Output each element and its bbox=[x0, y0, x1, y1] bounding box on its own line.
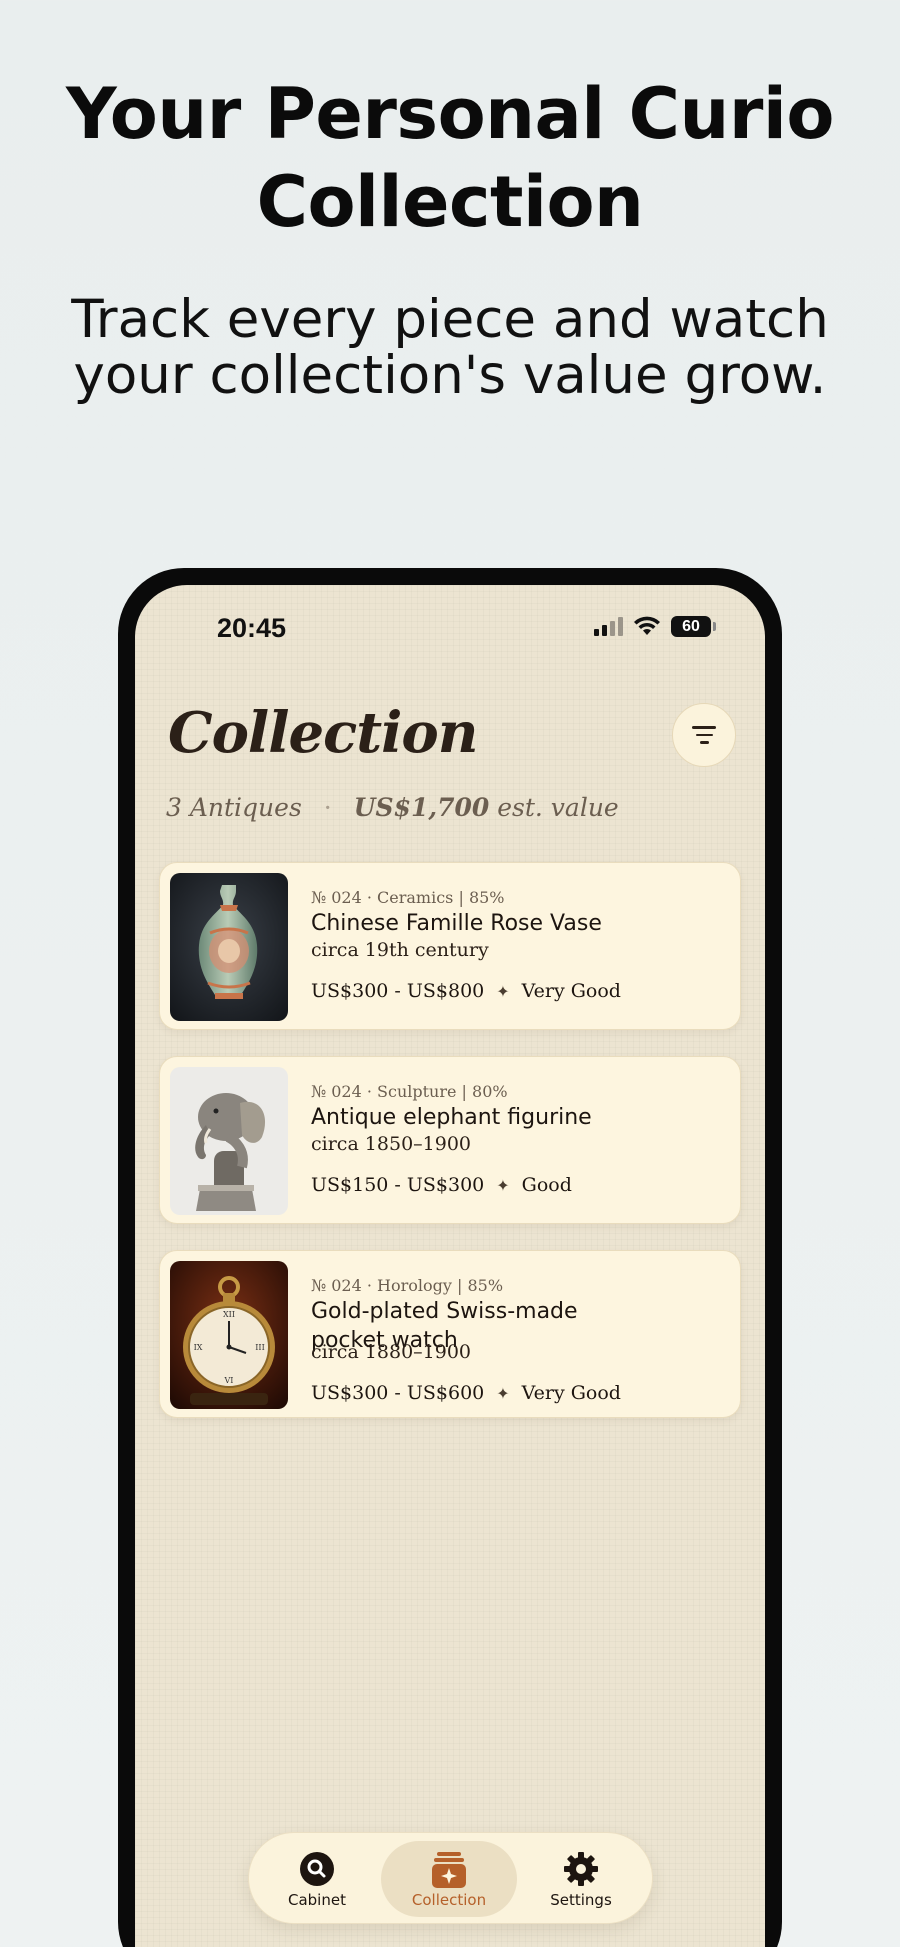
svg-text:IX: IX bbox=[194, 1343, 203, 1352]
svg-text:XII: XII bbox=[223, 1310, 235, 1319]
item-title: Antique elephant figurine bbox=[311, 1105, 592, 1130]
item-condition: Very Good bbox=[521, 980, 621, 1002]
search-icon bbox=[300, 1852, 334, 1886]
tab-label: Cabinet bbox=[288, 1891, 346, 1909]
sparkle-icon: ✦ bbox=[496, 1176, 510, 1195]
item-count: 3 Antiques bbox=[166, 793, 302, 822]
item-meta: № 024 · Sculpture | 80% bbox=[311, 1082, 508, 1101]
item-price: US$150 - US$300 bbox=[311, 1174, 485, 1196]
hero-title-line1: Your Personal Curio bbox=[66, 73, 834, 155]
tab-bar: Cabinet Collection Settings bbox=[248, 1832, 653, 1924]
filter-lines-icon bbox=[692, 726, 716, 729]
collection-summary: 3 Antiques · US$1,700 est. value bbox=[166, 793, 619, 822]
item-title-line1: Gold-plated Swiss-made bbox=[311, 1299, 578, 1324]
item-price-row: US$300 - US$800 ✦ Very Good bbox=[311, 980, 621, 1002]
item-date: circa 1850–1900 bbox=[311, 1133, 472, 1155]
page-title: Collection bbox=[168, 700, 478, 766]
filter-button[interactable] bbox=[672, 703, 736, 767]
phone-screen: 20:45 60 Collection 3 Antiques · US$1,700 … bbox=[135, 585, 765, 1947]
tab-label: Collection bbox=[411, 1891, 487, 1909]
value-suffix: est. value bbox=[497, 793, 619, 822]
gear-icon bbox=[564, 1852, 598, 1886]
hero-subtitle: Track every piece and watch your collect… bbox=[0, 292, 900, 404]
list-item[interactable]: № 024 · Sculpture | 80% Antique elephant… bbox=[159, 1056, 741, 1224]
battery-icon: 60 bbox=[671, 615, 716, 637]
item-condition: Good bbox=[521, 1174, 572, 1196]
item-date: circa 19th century bbox=[311, 939, 489, 961]
elephant-photo bbox=[170, 1067, 288, 1215]
item-meta: № 024 · Horology | 85% bbox=[311, 1276, 504, 1295]
svg-text:VI: VI bbox=[224, 1376, 234, 1385]
item-date: circa 1880–1900 bbox=[311, 1341, 472, 1363]
tab-cabinet[interactable]: Cabinet bbox=[263, 1841, 371, 1917]
item-price-row: US$150 - US$300 ✦ Good bbox=[311, 1174, 572, 1196]
list-item[interactable]: № 024 · Ceramics | 85% Chinese Famille R… bbox=[159, 862, 741, 1030]
sparkle-icon: ✦ bbox=[496, 982, 510, 1001]
hero-title-line2: Collection bbox=[256, 161, 644, 243]
total-value: US$1,700 bbox=[353, 793, 490, 822]
tab-label: Settings bbox=[550, 1891, 612, 1909]
tab-collection[interactable]: Collection bbox=[381, 1841, 517, 1917]
item-price: US$300 - US$800 bbox=[311, 980, 485, 1002]
item-meta: № 024 · Ceramics | 85% bbox=[311, 888, 505, 907]
pocket-watch-photo: XII III VI IX bbox=[170, 1261, 288, 1409]
item-condition: Very Good bbox=[521, 1382, 621, 1404]
wifi-icon bbox=[634, 616, 660, 635]
status-time: 20:45 bbox=[217, 613, 287, 643]
hero-subtitle-line1: Track every piece and watch bbox=[71, 289, 829, 350]
item-title: Chinese Famille Rose Vase bbox=[311, 911, 602, 936]
collection-sparkle-icon bbox=[432, 1852, 466, 1888]
sparkle-icon: ✦ bbox=[496, 1384, 510, 1403]
tab-settings[interactable]: Settings bbox=[527, 1841, 635, 1917]
cellular-signal-icon bbox=[594, 616, 623, 636]
hero-subtitle-line2: your collection's value grow. bbox=[73, 345, 827, 406]
phone-frame: 20:45 60 Collection 3 Antiques · US$1,700 … bbox=[118, 568, 782, 1947]
hero-title: Your Personal Curio Collection bbox=[0, 70, 900, 246]
item-price-row: US$300 - US$600 ✦ Very Good bbox=[311, 1382, 621, 1404]
vase-photo bbox=[170, 873, 288, 1021]
list-item[interactable]: XII III VI IX № 024 · Horology | 85% Gol… bbox=[159, 1250, 741, 1418]
svg-text:III: III bbox=[255, 1343, 264, 1352]
item-price: US$300 - US$600 bbox=[311, 1382, 485, 1404]
status-icons: 60 bbox=[594, 615, 716, 637]
